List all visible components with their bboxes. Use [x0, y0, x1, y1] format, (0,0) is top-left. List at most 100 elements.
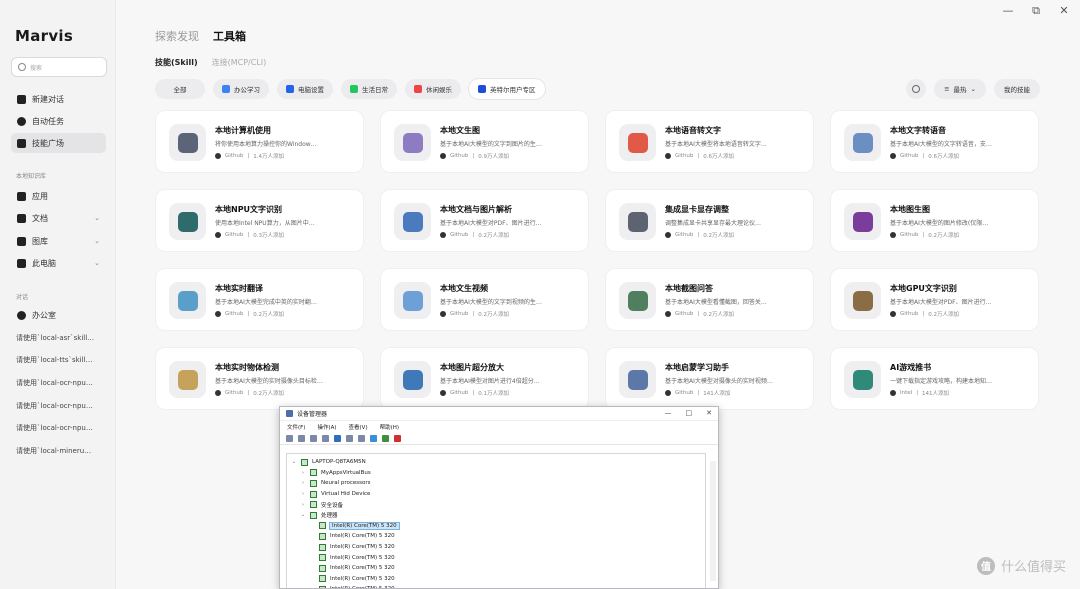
properties-icon[interactable] [310, 434, 317, 442]
conversation-item[interactable]: 请使用`local-ocr-npu… [16, 401, 106, 411]
menu-file[interactable]: 文件(F) [287, 423, 305, 431]
device-tree-row[interactable]: ⌄ LAPTOP-Q8TA6M5N [287, 457, 705, 468]
sidebar-item-skill-plaza[interactable]: 技能广场 [11, 133, 106, 153]
scan-hardware-icon[interactable] [358, 434, 365, 442]
filter-office-study[interactable]: 办公学习 [213, 79, 269, 99]
sidebar-item-apps[interactable]: 应用 [11, 186, 106, 206]
close-button[interactable]: ✕ [1058, 4, 1070, 18]
skill-card[interactable]: 集成显卡显存调整 调整集成显卡共享显存最大理论仪… Github | 0.2万人添加 [605, 189, 814, 252]
device-tree-row[interactable]: › 安全设备 [287, 499, 705, 510]
skill-card[interactable]: 本地启蒙学习助手 基于本地AI大模型对摄像头的实时视频… Github | 141人添加 [605, 347, 814, 410]
restore-button[interactable]: ⧉ [1030, 4, 1042, 18]
expand-arrow-icon[interactable]: › [300, 480, 306, 486]
menu-view[interactable]: 查看(V) [349, 423, 368, 431]
tab-explore[interactable]: 探索发现 [155, 28, 199, 44]
list-icon[interactable] [322, 434, 329, 442]
skill-icon-box [394, 282, 431, 319]
skill-card[interactable]: 本地文生视频 基于本地AI大模型的文字到视频的生… Github | 0.2万人添加 [380, 268, 589, 331]
menu-help[interactable]: 帮助(H) [380, 423, 399, 431]
conversation-item[interactable]: 请使用`local-ocr-npu… [16, 378, 106, 388]
device-tree-row[interactable]: Intel(R) Core(TM) 5 320 [287, 552, 705, 563]
device-tree-row[interactable]: Intel(R) Core(TM) 5 320 [287, 574, 705, 585]
conversation-item[interactable]: 请使用`local-asr`skill… [16, 333, 106, 343]
dm-maximize-button[interactable]: □ [686, 409, 693, 417]
search-box[interactable]: 搜索 [11, 57, 107, 77]
computer-icon [17, 258, 26, 268]
sidebar-item-this-pc[interactable]: 此电脑 ⌄ [11, 253, 106, 273]
skill-card[interactable]: 本地实时物体检测 基于本地AI大模型的实时摄像头目标检… Github | 0.2万人添… [155, 347, 364, 410]
device-tree-row[interactable]: Intel(R) Core(TM) 5 320 [287, 531, 705, 542]
subtab-connection[interactable]: 连接(MCP/CLI) [212, 57, 267, 68]
skill-card[interactable]: 本地截图问答 基于本地AI大模型看懂截图，回答关… Github | 0.2万人添加 [605, 268, 814, 331]
update-driver-icon[interactable] [382, 434, 389, 442]
my-skills-button[interactable]: 我的技能 [994, 79, 1040, 99]
skill-card[interactable]: 本地文档与图片解析 基于本地AI大模型对PDF、图片进行… Github | 0.2万人… [380, 189, 589, 252]
filter-all[interactable]: 全部 [155, 79, 205, 99]
conversation-item[interactable]: 请使用`local-tts`skill… [16, 355, 106, 365]
conversation-item[interactable]: 请使用`local-mineru… [16, 446, 106, 456]
dm-minimize-button[interactable]: — [665, 409, 672, 417]
skill-card[interactable]: 本地文字转语音 基于本地AI大模型的文字转语音，支… Github | 0.6万人添加 [830, 110, 1039, 173]
skill-card[interactable]: 本地文生图 基于本地AI大模型的文字到图片的生… Github | 0.9万人添加 [380, 110, 589, 173]
uninstall-icon[interactable] [394, 434, 401, 442]
skill-card[interactable]: 本地语音转文字 基于本地AI大模型将本地语音转文字… Github | 0.6万人添加 [605, 110, 814, 173]
search-input[interactable]: 搜索 [30, 63, 42, 72]
sort-dropdown[interactable]: ≡ 最热 ⌄ [934, 79, 986, 99]
chevron-down-icon[interactable]: ⌄ [94, 237, 100, 245]
expand-arrow-icon[interactable]: › [300, 470, 306, 476]
skill-card[interactable]: 本地GPU文字识别 基于本地AI大模型对PDF、图片进行… Github | 0.2万人… [830, 268, 1039, 331]
dm-close-button[interactable]: ✕ [706, 409, 712, 417]
monitor-icon[interactable] [370, 434, 377, 442]
sidebar-item-documents[interactable]: 文档 ⌄ [11, 208, 106, 228]
back-arrow-icon[interactable] [286, 434, 293, 442]
minimize-button[interactable]: — [1002, 4, 1014, 18]
expand-arrow-icon[interactable]: ⌄ [300, 512, 306, 518]
filter-leisure[interactable]: 休闲娱乐 [405, 79, 461, 99]
skill-card[interactable]: 本地图生图 基于本地AI大模型的图片修改(仅限… Github | 0.2万人添加 [830, 189, 1039, 252]
expand-arrow-icon[interactable]: › [300, 502, 306, 508]
chevron-down-icon[interactable]: ⌄ [94, 259, 100, 267]
skill-users: 0.6万人添加 [928, 154, 960, 160]
dm-scrollbar[interactable] [710, 461, 716, 581]
skill-meta: Github | 0.6万人添加 [890, 152, 959, 160]
device-tree-row[interactable]: Intel(R) Core(TM) 5 320 [287, 521, 705, 532]
device-tree-row[interactable]: › MyAppsVirtualBus [287, 468, 705, 479]
skill-title: 本地截图问答 [665, 284, 713, 293]
skill-icon-box [169, 203, 206, 240]
filter-daily-life[interactable]: 生活日常 [341, 79, 397, 99]
menu-action[interactable]: 操作(A) [317, 423, 336, 431]
sidebar-item-label: 新建对话 [32, 94, 64, 104]
conversation-item[interactable]: 请使用`local-ocr-npu… [16, 423, 106, 433]
expand-arrow-icon[interactable]: ⌄ [291, 459, 297, 465]
filter-intel-zone[interactable]: 英特尔用户专区 [469, 79, 545, 99]
skill-card[interactable]: 本地NPU文字识别 使用本地Intel NPU算力，从图片中… Github | 0.3… [155, 189, 364, 252]
device-tree-row[interactable]: Intel(R) Core(TM) 5 320 [287, 563, 705, 574]
skill-card[interactable]: 本地计算机使用 将你使用本地算力操控你的Window… Github | 1.4万人添加 [155, 110, 364, 173]
sidebar-item-gallery[interactable]: 图库 ⌄ [11, 231, 106, 251]
device-manager-window: 设备管理器 — □ ✕ 文件(F) 操作(A) 查看(V) 帮助(H) ⌄ LAP… [279, 406, 719, 589]
device-label: Intel(R) Core(TM) 5 320 [330, 565, 395, 572]
device-tree-row[interactable]: › Virtual Hid Device [287, 489, 705, 500]
forward-arrow-icon[interactable] [298, 434, 305, 442]
device-tree-row[interactable]: ⌄ 处理器 [287, 510, 705, 521]
skill-card[interactable]: AI游戏推书 一键下载指定游戏攻略，构建本地知… Intel | 141人添加 [830, 347, 1039, 410]
device-tree-row[interactable]: › Neural processors [287, 478, 705, 489]
chevron-down-icon[interactable]: ⌄ [94, 214, 100, 222]
details-icon[interactable] [346, 434, 353, 442]
filter-pc-settings[interactable]: 电脑设置 [277, 79, 333, 99]
sidebar-item-new-chat[interactable]: 新建对话 [11, 89, 106, 109]
tab-toolbox[interactable]: 工具箱 [213, 28, 246, 44]
sidebar-item-auto-task[interactable]: 自动任务 [11, 111, 106, 131]
zoom-image-icon [402, 369, 423, 390]
sidebar-item-label: 文档 [32, 213, 48, 223]
device-tree-row[interactable]: Intel(R) Core(TM) 5 320 [287, 584, 705, 588]
expand-arrow-icon[interactable]: › [300, 491, 306, 497]
help-icon[interactable] [334, 434, 341, 442]
skill-card[interactable]: 本地图片超分放大 基于本地AI模型对图片进行4倍超分… Github | 0.1万人添加 [380, 347, 589, 410]
device-tree-row[interactable]: Intel(R) Core(TM) 5 320 [287, 542, 705, 553]
subtab-skill[interactable]: 技能(Skill) [155, 57, 198, 68]
conversation-item-office[interactable]: 办公室 [11, 305, 106, 325]
skill-title: 本地计算机使用 [215, 126, 271, 135]
skill-card[interactable]: 本地实时翻译 基于本地AI大模型完成中英的实时翻… Github | 0.2万人添加 [155, 268, 364, 331]
search-skills-button[interactable] [906, 79, 927, 99]
